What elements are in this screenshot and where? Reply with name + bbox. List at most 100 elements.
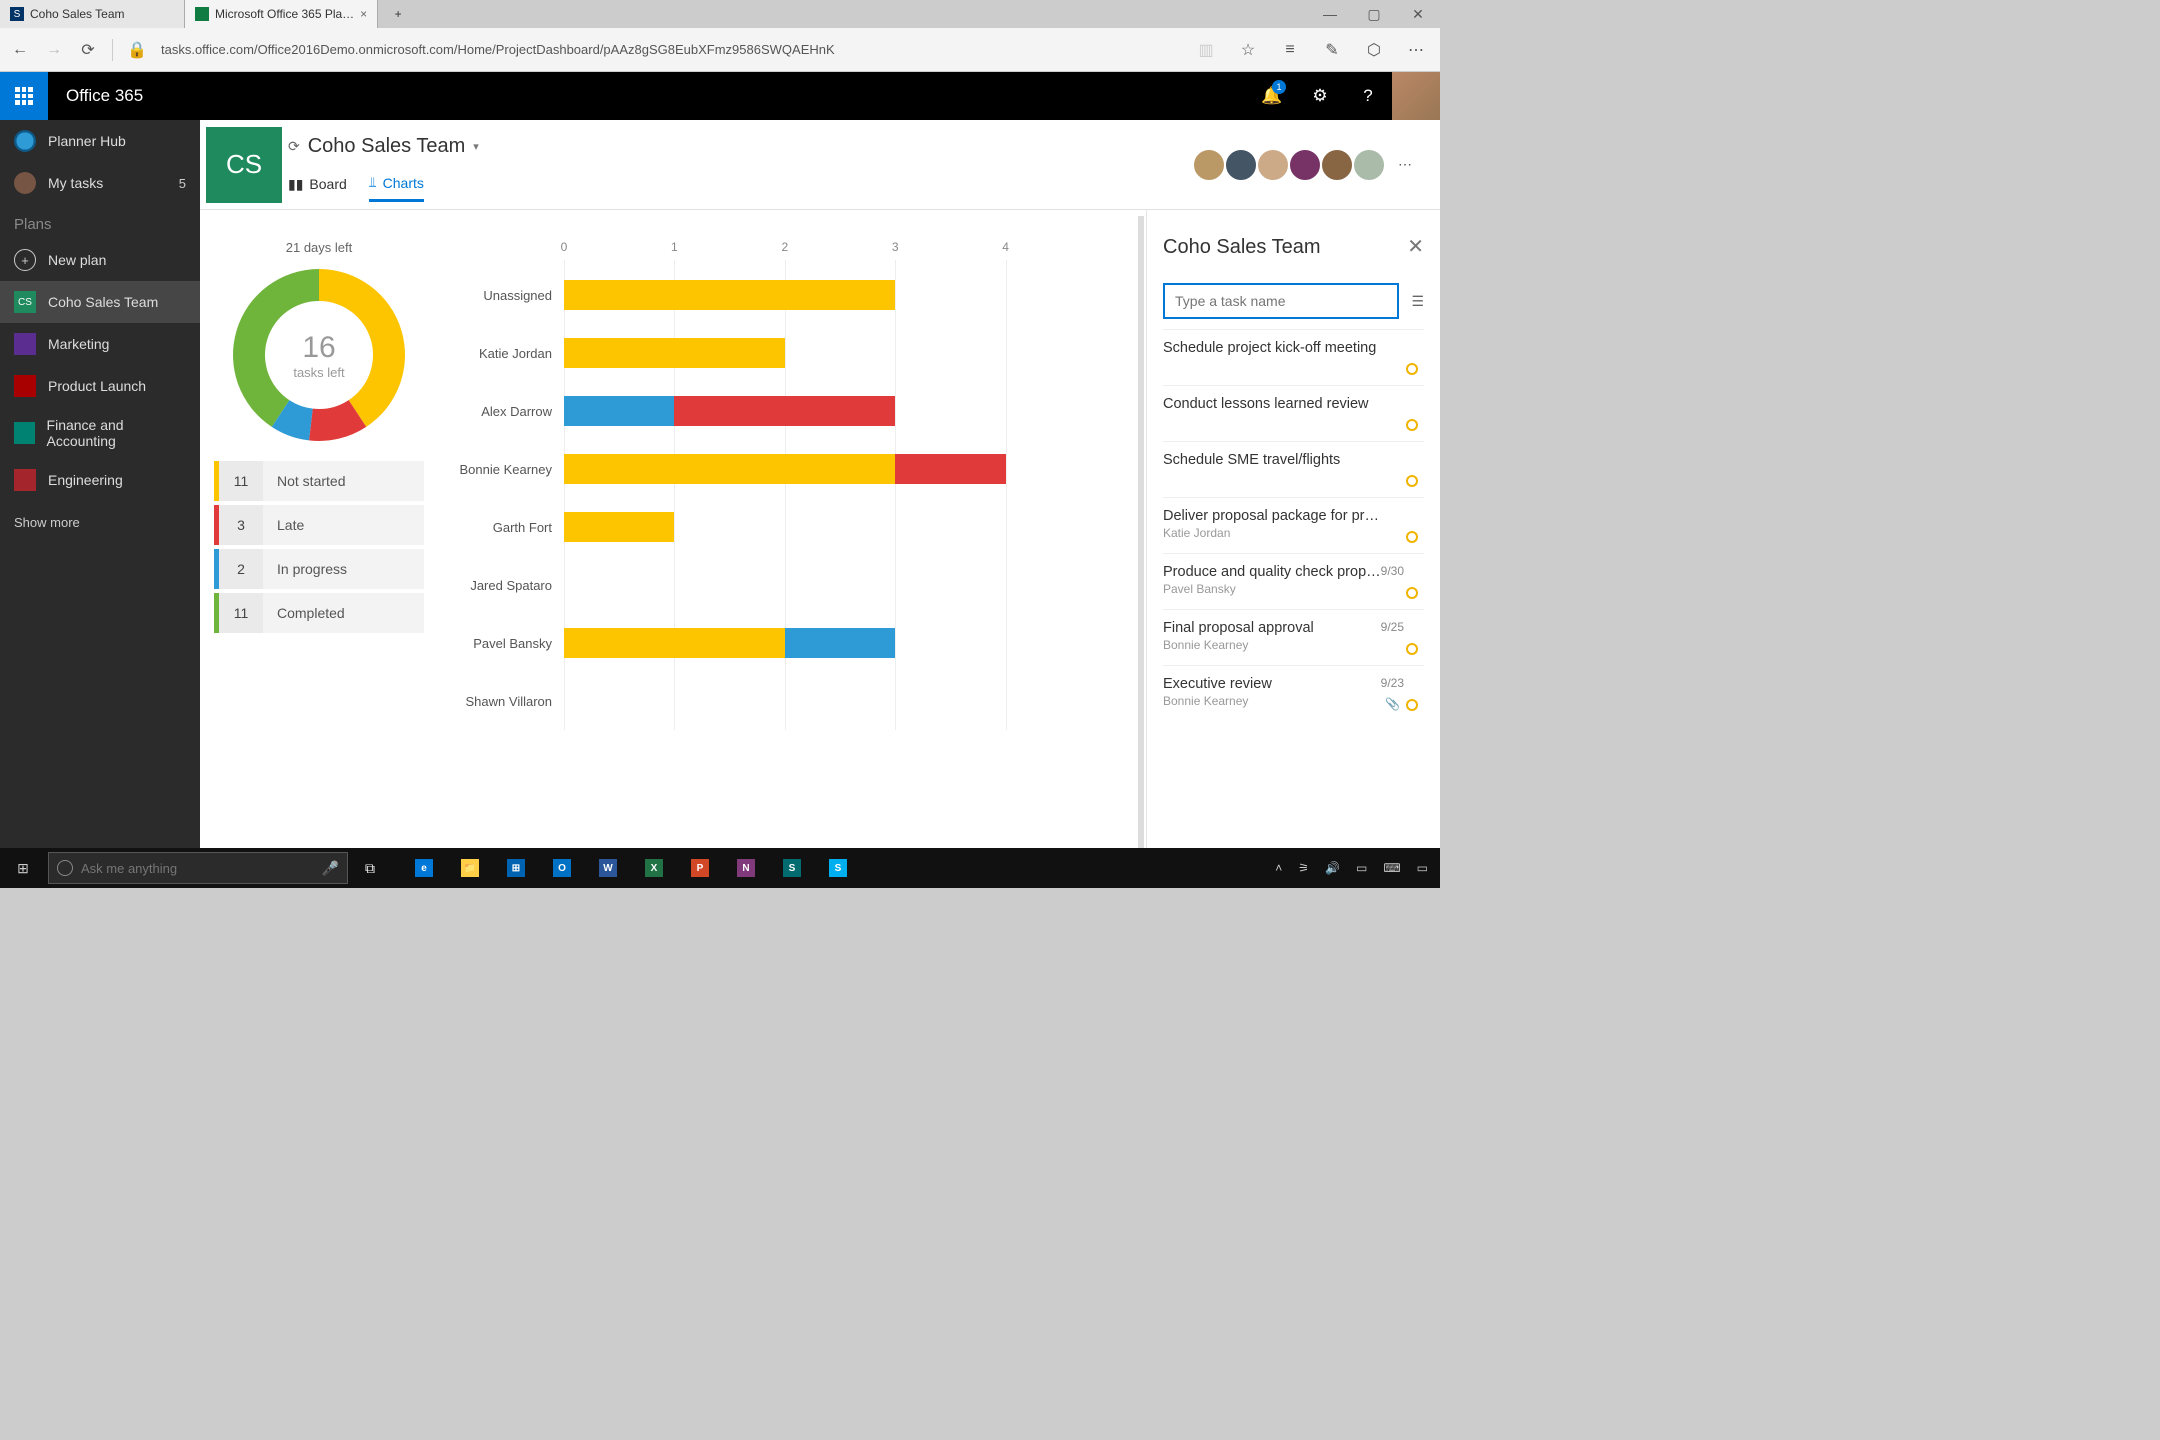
cortana-search[interactable]: 🎤 [48, 852, 348, 884]
task-list[interactable]: Schedule project kick-off meetingConduct… [1163, 329, 1424, 888]
minimize-button[interactable]: — [1308, 0, 1352, 28]
taskbar-app[interactable]: N [724, 848, 768, 888]
favorite-icon[interactable]: ☆ [1234, 40, 1262, 60]
close-panel-icon[interactable]: ✕ [1407, 234, 1424, 259]
new-task-input[interactable] [1163, 283, 1399, 319]
battery-icon[interactable]: ▭ [1356, 861, 1367, 875]
nav-show-more[interactable]: Show more [0, 501, 200, 544]
plan-members[interactable]: ⋯ [1198, 148, 1440, 182]
close-tab-icon[interactable]: × [360, 7, 367, 21]
status-ring-icon[interactable] [1406, 531, 1418, 543]
left-nav: Planner Hub My tasks 5 Plans + New plan … [0, 120, 200, 888]
task-card[interactable]: Final proposal approvalBonnie Kearney9/2… [1163, 609, 1424, 665]
nav-my-tasks[interactable]: My tasks 5 [0, 162, 200, 204]
taskbar-app[interactable]: P [678, 848, 722, 888]
task-assignee: Katie Jordan [1163, 526, 1424, 540]
back-icon[interactable]: ← [10, 41, 30, 59]
taskbar-app[interactable]: e [402, 848, 446, 888]
status-donut-column: 21 days left 16 tasks left 11 Not starte… [214, 240, 424, 888]
webnote-icon[interactable]: ✎ [1318, 40, 1346, 60]
close-window-button[interactable]: ✕ [1396, 0, 1440, 28]
task-card[interactable]: Schedule SME travel/flights [1163, 441, 1424, 497]
tray-chevron-icon[interactable]: ˄ [1275, 861, 1282, 875]
hub-icon[interactable]: ≡ [1276, 41, 1304, 59]
status-ring-icon[interactable] [1406, 643, 1418, 655]
task-card[interactable]: Deliver proposal package for product Kati… [1163, 497, 1424, 553]
board-icon: ▮▮ [288, 176, 303, 193]
notifications-button[interactable]: 🔔 1 [1248, 72, 1296, 120]
list-options-icon[interactable]: ☰ [1411, 293, 1424, 310]
status-ring-icon[interactable] [1406, 419, 1418, 431]
reading-view-icon[interactable]: ▥ [1192, 40, 1220, 60]
o365-brand[interactable]: Office 365 [48, 72, 161, 120]
action-center-icon[interactable]: ▭ [1417, 861, 1428, 875]
more-icon[interactable]: ⋯ [1402, 40, 1430, 60]
task-name: Deliver proposal package for product [1163, 508, 1424, 524]
legend-count: 3 [219, 505, 263, 545]
members-more-icon[interactable]: ⋯ [1390, 156, 1420, 173]
browser-tab-strip: S Coho Sales Team Microsoft Office 365 P… [0, 0, 1440, 28]
member-avatar[interactable] [1192, 148, 1226, 182]
bar-track [564, 440, 1116, 498]
app-launcher-button[interactable] [0, 72, 48, 120]
cortana-input[interactable] [81, 861, 314, 876]
maximize-button[interactable]: ▢ [1352, 0, 1396, 28]
taskbar-app[interactable]: 📁 [448, 848, 492, 888]
nav-plan-item[interactable]: Engineering [0, 459, 200, 501]
status-ring-icon[interactable] [1406, 475, 1418, 487]
refresh-icon[interactable]: ⟳ [78, 40, 98, 60]
share-icon[interactable]: ⬡ [1360, 40, 1388, 60]
legend-row[interactable]: 11 Not started [214, 461, 424, 501]
bar-label: Pavel Bansky [444, 636, 564, 651]
member-avatar[interactable] [1224, 148, 1258, 182]
browser-tab-2[interactable]: Microsoft Office 365 Pla… × [185, 0, 378, 28]
legend-row[interactable]: 3 Late [214, 505, 424, 545]
taskbar-app[interactable]: O [540, 848, 584, 888]
new-tab-button[interactable]: + [378, 0, 418, 28]
status-ring-icon[interactable] [1406, 699, 1418, 711]
member-avatar[interactable] [1352, 148, 1386, 182]
nav-new-plan[interactable]: + New plan [0, 239, 200, 281]
plan-title[interactable]: Coho Sales Team [308, 135, 466, 158]
tab-charts[interactable]: ⫫ Charts [369, 174, 424, 202]
system-tray[interactable]: ˄ ⚞ 🔊 ▭ ⌨ ▭ [1275, 861, 1440, 875]
settings-button[interactable]: ⚙ [1296, 72, 1344, 120]
nav-plan-item[interactable]: Finance and Accounting [0, 407, 200, 459]
help-button[interactable]: ? [1344, 72, 1392, 120]
user-avatar[interactable] [1392, 72, 1440, 120]
status-ring-icon[interactable] [1406, 363, 1418, 375]
url-text[interactable]: tasks.office.com/Office2016Demo.onmicros… [161, 42, 1178, 57]
wifi-icon[interactable]: ⚞ [1298, 861, 1309, 875]
task-card[interactable]: Conduct lessons learned review [1163, 385, 1424, 441]
forward-icon[interactable]: → [44, 41, 64, 59]
tab-board[interactable]: ▮▮ Board [288, 174, 347, 202]
nav-planner-hub[interactable]: Planner Hub [0, 120, 200, 162]
member-avatar[interactable] [1288, 148, 1322, 182]
task-card[interactable]: Produce and quality check proposalPavel … [1163, 553, 1424, 609]
plan-tile-icon [14, 422, 35, 444]
hub-icon [14, 130, 36, 152]
taskbar-app[interactable]: S [816, 848, 860, 888]
taskbar-app[interactable]: S [770, 848, 814, 888]
keyboard-icon[interactable]: ⌨ [1383, 861, 1400, 875]
legend-row[interactable]: 11 Completed [214, 593, 424, 633]
taskbar-app[interactable]: W [586, 848, 630, 888]
member-avatar[interactable] [1320, 148, 1354, 182]
task-view-button[interactable]: ⧉ [348, 848, 392, 888]
nav-plan-item[interactable]: Product Launch [0, 365, 200, 407]
nav-plan-item[interactable]: Marketing [0, 323, 200, 365]
task-card[interactable]: Executive reviewBonnie Kearney9/23📎 [1163, 665, 1424, 721]
volume-icon[interactable]: 🔊 [1325, 861, 1340, 875]
task-card[interactable]: Schedule project kick-off meeting [1163, 329, 1424, 385]
mic-icon[interactable]: 🎤 [322, 860, 339, 877]
start-button[interactable]: ⊞ [0, 860, 46, 877]
legend-row[interactable]: 2 In progress [214, 549, 424, 589]
taskbar-app[interactable]: ⊞ [494, 848, 538, 888]
scrollbar[interactable] [1136, 216, 1146, 888]
status-ring-icon[interactable] [1406, 587, 1418, 599]
browser-tab-1[interactable]: S Coho Sales Team [0, 0, 185, 28]
nav-plan-item[interactable]: CSCoho Sales Team [0, 281, 200, 323]
taskbar-app[interactable]: X [632, 848, 676, 888]
member-avatar[interactable] [1256, 148, 1290, 182]
chevron-down-icon[interactable]: ▾ [473, 140, 479, 153]
